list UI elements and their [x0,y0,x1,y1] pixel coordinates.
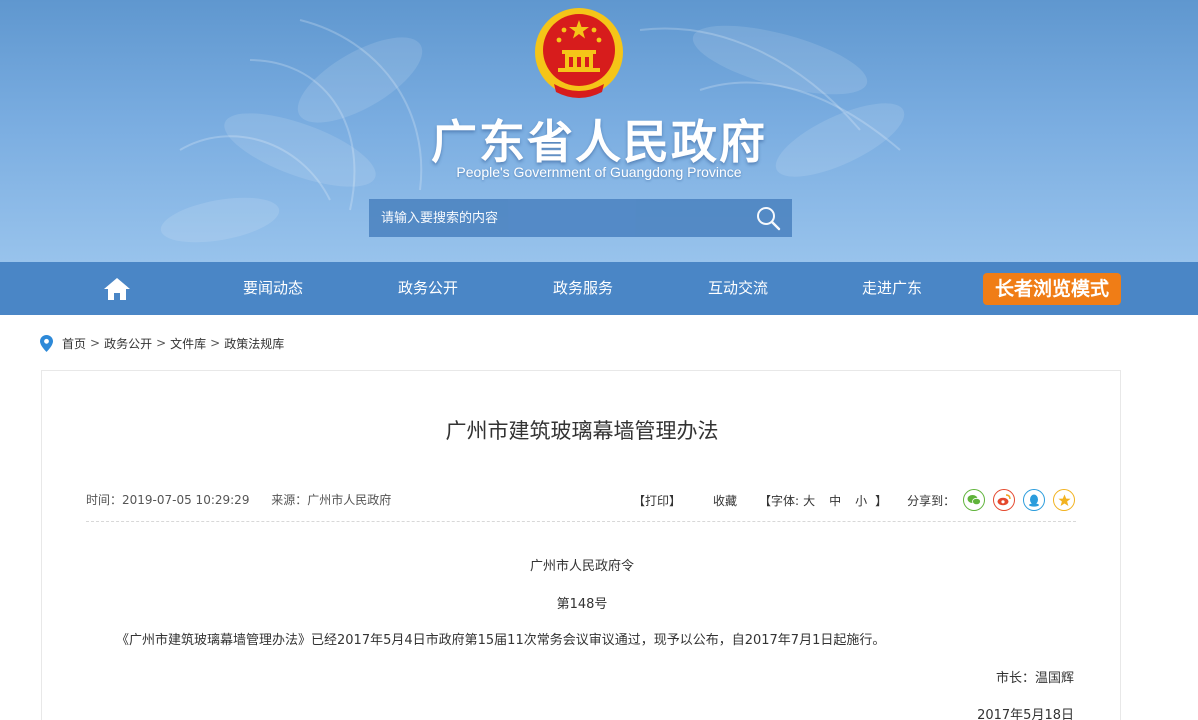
publish-time: 时间：2019-07-05 10:29:29 [86,493,250,507]
qzone-icon[interactable] [1053,489,1076,511]
home-icon[interactable] [103,276,131,302]
font-size-suffix: 】 [875,493,888,508]
nav-item-gov-services[interactable]: 政务服务 [535,262,631,315]
site-subtitle: People's Government of Guangdong Provinc… [456,164,742,180]
breadcrumb-document-library[interactable]: 文件库 [170,335,206,352]
search-icon[interactable] [754,205,782,231]
date-line: 2017年5月18日 [977,708,1074,720]
share-label: 分享到： [907,493,956,508]
font-small-button[interactable]: 小 [855,492,867,509]
font-medium-button[interactable]: 中 [829,492,841,509]
breadcrumb-gov-affairs[interactable]: 政务公开 [104,335,152,352]
article-title: 广州市建筑玻璃幕墙管理办法 [445,419,719,443]
order-number: 第148号 [556,597,608,612]
breadcrumb-separator: > [90,336,101,350]
article-meta: 时间：2019-07-05 10:29:29 来源：广州市人民政府 [86,491,409,509]
breadcrumb-policy-library[interactable]: 政策法规库 [224,335,284,352]
site-title: 广东省人民政府 [431,115,767,169]
body-paragraph: 《广州市建筑玻璃幕墙管理办法》已经2017年5月4日市政府第15届11次常务会议… [116,633,886,648]
search-box [369,199,792,237]
breadcrumb: 首页 > 政务公开 > 文件库 > 政策法规库 [40,333,284,353]
font-size-prefix: 【字体: [759,493,800,508]
meta-divider [86,521,1076,522]
favorite-button[interactable]: 收藏 [713,492,737,509]
search-input[interactable] [369,199,749,237]
weibo-icon[interactable] [993,489,1016,511]
nav-item-interaction[interactable]: 互动交流 [690,262,786,315]
print-button[interactable]: 【打印】 [633,492,681,509]
breadcrumb-home[interactable]: 首页 [62,335,86,352]
issuer-line: 广州市人民政府令 [529,559,634,574]
breadcrumb-separator: > [210,336,221,350]
signature-line: 市长：温国辉 [995,671,1074,686]
article-panel: 广州市建筑玻璃幕墙管理办法 时间：2019-07-05 10:29:29 来源：… [41,370,1121,720]
article-source: 来源：广州市人民政府 [271,493,392,507]
location-pin-icon [40,334,53,352]
header-banner: 广东省人民政府 People's Government of Guangdong… [0,0,1198,262]
font-large-button[interactable]: 大 [803,492,815,509]
qq-icon[interactable] [1023,489,1046,511]
elder-mode-button[interactable]: 长者浏览模式 [983,273,1121,305]
article-tools: 【打印】 收藏 【字体: 大 中 小 】 分享到： [627,487,1076,513]
wechat-icon[interactable] [963,489,986,511]
breadcrumb-separator: > [156,336,167,350]
national-emblem-icon [535,8,623,98]
nav-item-about-guangdong[interactable]: 走进广东 [844,262,940,315]
nav-item-gov-affairs[interactable]: 政务公开 [380,262,476,315]
nav-item-news[interactable]: 要闻动态 [225,262,321,315]
